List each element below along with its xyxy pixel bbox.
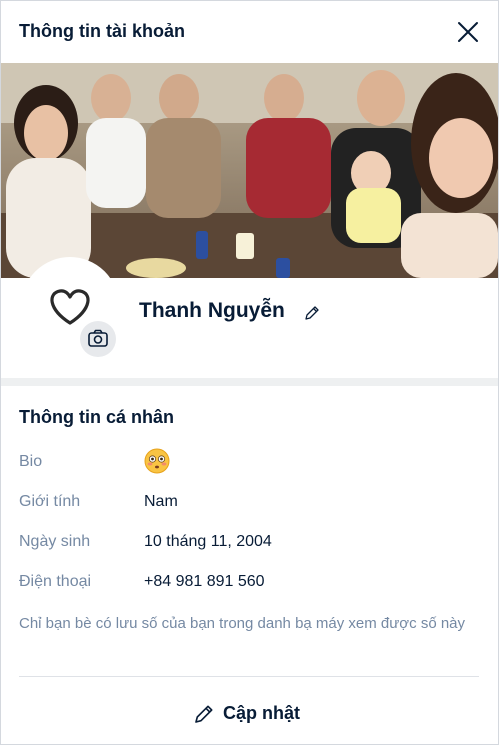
modal-header: Thông tin tài khoản <box>1 1 498 63</box>
footer-divider <box>19 676 479 677</box>
phone-privacy-note: Chỉ bạn bè có lưu số của bạn trong danh … <box>19 615 466 632</box>
camera-icon <box>88 329 108 347</box>
account-info-modal: Thông tin tài khoản Thanh Nguyễn Thông t… <box>0 0 499 745</box>
pencil-icon <box>195 705 213 723</box>
gender-label: Giới tính <box>19 493 81 510</box>
cover-photo[interactable] <box>1 63 498 278</box>
close-icon <box>458 22 478 42</box>
update-label: Cập nhật <box>223 703 301 723</box>
profile-name: Thanh Nguyễn <box>139 299 285 322</box>
birthday-label: Ngày sinh <box>19 533 91 550</box>
close-button[interactable] <box>453 17 483 47</box>
update-button[interactable]: Cập nhật <box>1 691 498 737</box>
section-divider <box>1 378 498 386</box>
pencil-icon <box>305 306 319 320</box>
modal-title: Thông tin tài khoản <box>19 21 185 41</box>
birthday-value: 10 tháng 11, 2004 <box>144 533 272 550</box>
phone-value: +84 981 891 560 <box>144 573 265 590</box>
edit-name-button[interactable] <box>303 304 321 322</box>
gender-value: Nam <box>144 493 178 510</box>
personal-info-title: Thông tin cá nhân <box>19 407 174 427</box>
flushed-face-emoji-icon <box>144 448 170 474</box>
bio-label: Bio <box>19 453 43 470</box>
phone-label: Điện thoại <box>19 573 92 590</box>
change-avatar-button[interactable] <box>80 321 116 357</box>
